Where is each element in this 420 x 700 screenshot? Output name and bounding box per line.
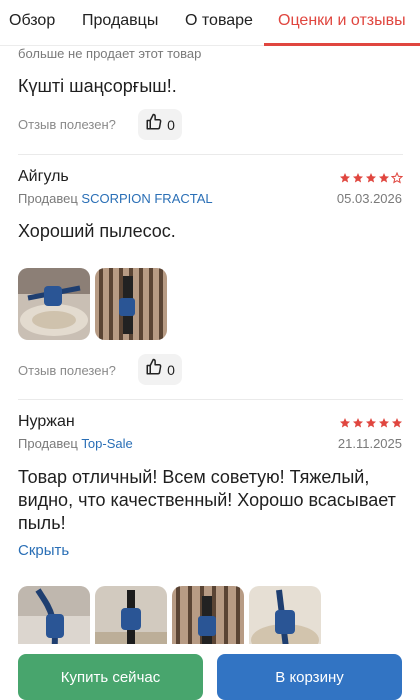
- star-filled-icon: [365, 416, 377, 434]
- like-button[interactable]: 0: [138, 109, 182, 140]
- review-photo[interactable]: [18, 268, 90, 340]
- star-filled-icon: [365, 171, 377, 189]
- tab-sellers[interactable]: Продавцы: [82, 12, 158, 30]
- collapse-link[interactable]: Скрыть: [18, 542, 69, 559]
- tab-overview[interactable]: Обзор: [9, 12, 55, 30]
- divider: [18, 154, 403, 155]
- seller-link[interactable]: Top-Sale: [81, 436, 132, 451]
- add-to-cart-button[interactable]: В корзину: [217, 654, 402, 700]
- star-filled-icon: [391, 416, 403, 434]
- tabs-bar: Обзор Продавцы О товаре Оценки и отзывы: [0, 0, 420, 46]
- thumbs-up-icon: [145, 113, 163, 136]
- seller-link[interactable]: SCORPION FRACTAL: [81, 191, 212, 206]
- action-bar: Купить сейчас В корзину: [0, 644, 420, 700]
- review-seller-note: больше не продает этот товар: [18, 46, 202, 61]
- rating-stars: [339, 171, 404, 189]
- like-button[interactable]: 0: [138, 354, 182, 385]
- buy-now-button[interactable]: Купить сейчас: [18, 654, 203, 700]
- tab-product-info[interactable]: О товаре: [185, 12, 253, 30]
- review-seller: Продавец SCORPION FRACTAL: [18, 191, 213, 206]
- like-count: 0: [167, 116, 175, 133]
- review-seller: Продавец Top-Sale: [18, 436, 133, 451]
- tab-reviews[interactable]: Оценки и отзывы: [278, 12, 406, 30]
- review-photo[interactable]: [95, 268, 167, 340]
- like-count: 0: [167, 361, 175, 378]
- review-author: Айгуль: [18, 168, 69, 185]
- seller-prefix: Продавец: [18, 436, 78, 451]
- star-filled-icon: [378, 416, 390, 434]
- star-filled-icon: [339, 416, 351, 434]
- seller-prefix: Продавец: [18, 191, 78, 206]
- review-text: Хороший пылесос.: [18, 221, 176, 241]
- review-text: Күшті шаңсорғыш!.: [18, 76, 177, 96]
- star-filled-icon: [352, 171, 364, 189]
- helpful-label: Отзыв полезен?: [18, 363, 116, 378]
- review-date: 21.11.2025: [337, 436, 402, 451]
- rating-stars: [339, 416, 403, 434]
- star-filled-icon: [339, 171, 351, 189]
- star-filled-icon: [352, 416, 364, 434]
- divider: [18, 399, 403, 400]
- review-author: Нуржан: [18, 413, 75, 430]
- review-text: Товар отличный! Всем советую! Тяжелый, в…: [18, 467, 396, 533]
- thumbs-up-icon: [145, 358, 163, 381]
- review-date: 05.03.2026: [336, 191, 402, 206]
- star-filled-icon: [378, 171, 390, 189]
- active-tab-indicator: [264, 43, 420, 46]
- helpful-label: Отзыв полезен?: [18, 117, 116, 132]
- star-empty-icon: [390, 171, 404, 189]
